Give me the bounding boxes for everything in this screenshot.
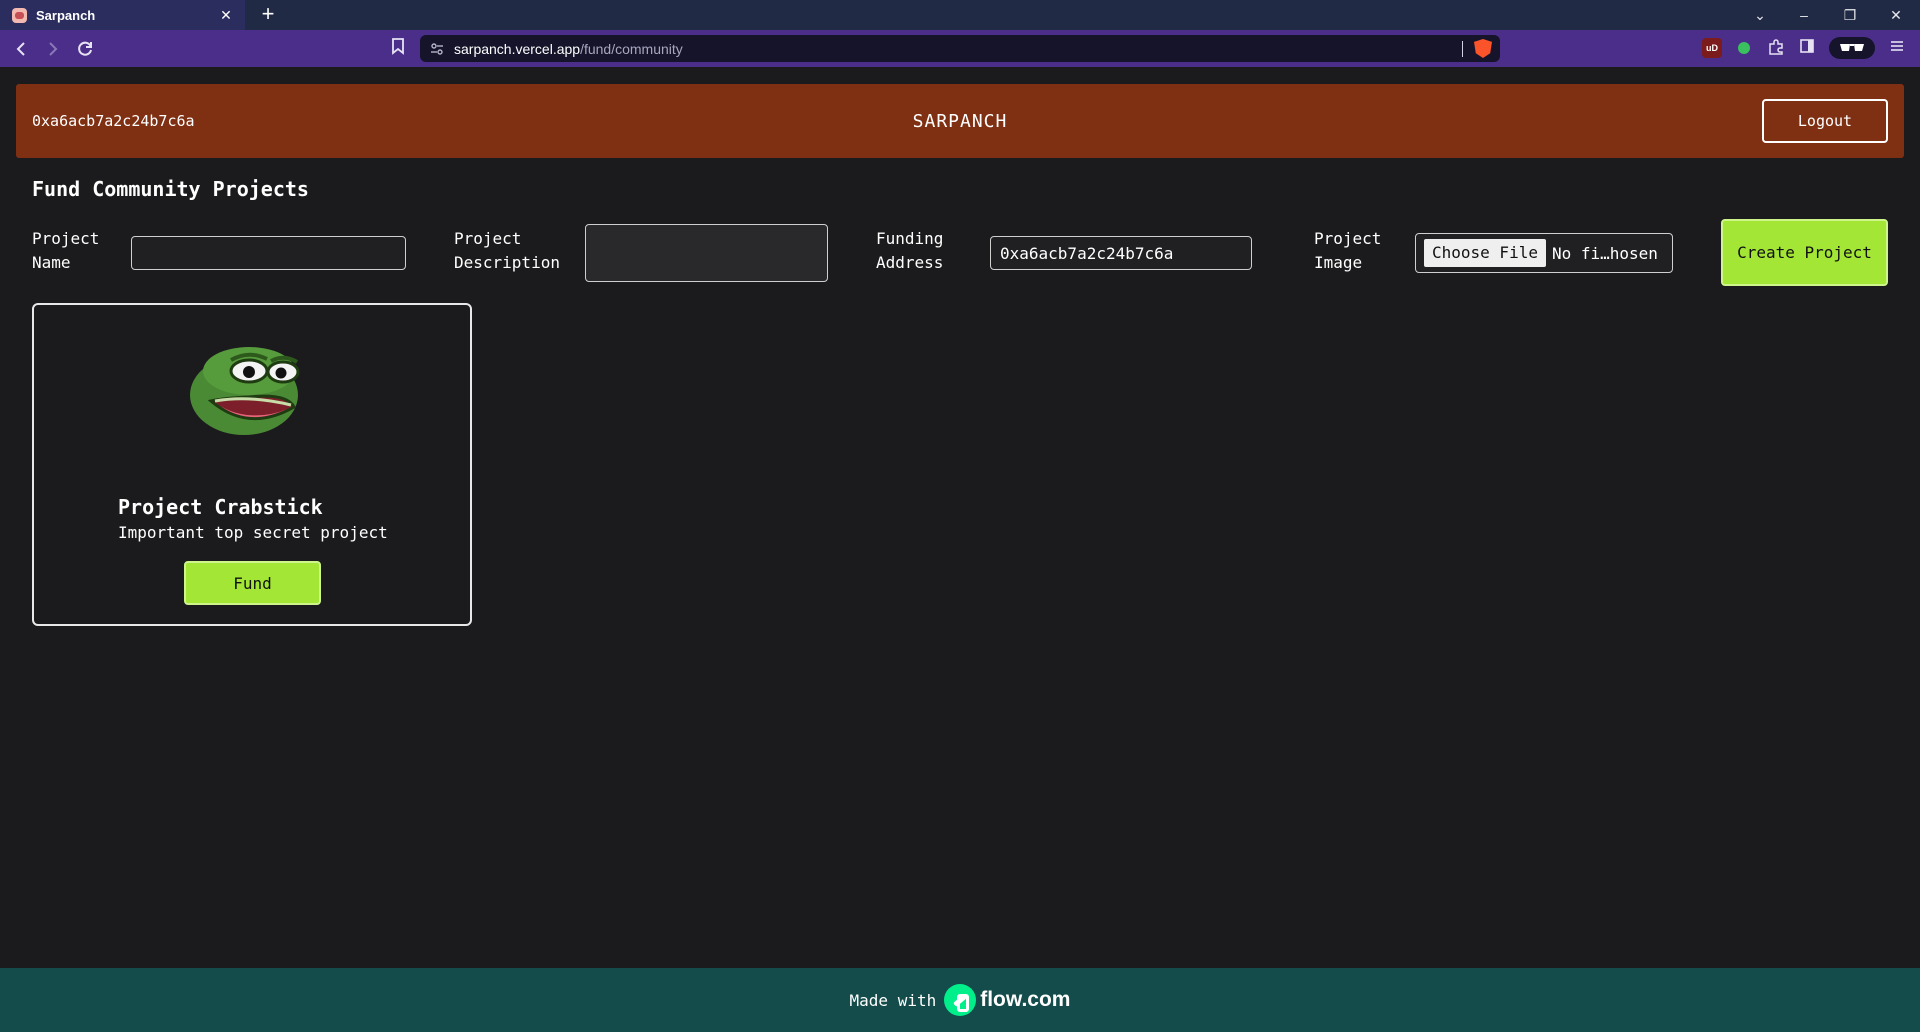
new-tab-button[interactable]: + bbox=[256, 3, 280, 27]
forward-button[interactable] bbox=[41, 37, 65, 61]
frog-face-image bbox=[190, 347, 300, 435]
sarpanch-favicon-icon bbox=[12, 7, 27, 23]
file-status-text: No fi…hosen bbox=[1551, 243, 1658, 263]
create-project-button[interactable]: Create Project bbox=[1721, 219, 1888, 286]
project-image-label: Project Image bbox=[1314, 229, 1382, 272]
footer-made-with: Made with bbox=[849, 990, 937, 1010]
bookmark-button[interactable] bbox=[389, 37, 407, 61]
footer: Made with flow.com bbox=[0, 968, 1920, 1032]
restore-window-button[interactable]: ❐ bbox=[1827, 0, 1873, 30]
tab-close-icon[interactable]: ✕ bbox=[217, 6, 235, 24]
browser-tab[interactable]: Sarpanch ✕ bbox=[0, 0, 245, 30]
browser-tab-bar: Sarpanch ✕ + ⌄ – ❐ ✕ bbox=[0, 0, 1920, 30]
project-card: Project Crabstick Important top secret p… bbox=[32, 303, 472, 626]
logout-button[interactable]: Logout bbox=[1762, 99, 1888, 143]
close-window-button[interactable]: ✕ bbox=[1873, 0, 1919, 30]
project-description-textarea[interactable] bbox=[585, 224, 828, 282]
brave-shields-icon[interactable] bbox=[1474, 39, 1492, 58]
funding-address-input[interactable] bbox=[990, 236, 1252, 270]
extensions-puzzle-icon[interactable] bbox=[1766, 38, 1786, 58]
url-divider bbox=[1462, 41, 1463, 57]
flow-brand-link[interactable]: flow.com bbox=[980, 988, 1070, 1012]
project-description: Important top secret project bbox=[118, 523, 388, 542]
bookmark-icon bbox=[392, 38, 404, 55]
sidebar-toggle-icon[interactable] bbox=[1797, 38, 1817, 58]
project-name-input[interactable] bbox=[131, 236, 406, 270]
brand-title: SARPANCH bbox=[912, 111, 1008, 132]
fund-button[interactable]: Fund bbox=[184, 561, 321, 605]
project-name-label: Project Name bbox=[32, 229, 100, 272]
tab-list-dropdown-icon[interactable]: ⌄ bbox=[1737, 0, 1783, 30]
status-extension-icon[interactable] bbox=[1734, 38, 1754, 58]
browser-menu-icon[interactable] bbox=[1887, 38, 1907, 58]
site-settings-icon[interactable] bbox=[430, 42, 444, 56]
project-name: Project Crabstick bbox=[118, 495, 323, 519]
back-button[interactable] bbox=[9, 37, 33, 61]
project-description-label: Project Description bbox=[454, 229, 560, 272]
app-header: 0xa6acb7a2c24b7c6a SARPANCH Logout bbox=[16, 84, 1904, 158]
reload-button[interactable] bbox=[73, 37, 97, 61]
tab-title: Sarpanch bbox=[36, 7, 96, 23]
wallet-glasses-icon[interactable] bbox=[1829, 37, 1875, 59]
browser-toolbar: sarpanch.vercel.app/fund/community uD bbox=[0, 30, 1920, 67]
reload-icon bbox=[78, 41, 92, 56]
url-host: sarpanch.vercel.app bbox=[454, 40, 581, 57]
url-path: /fund/community bbox=[580, 40, 683, 57]
ublock-extension-icon[interactable]: uD bbox=[1702, 38, 1722, 58]
flow-logo-icon bbox=[944, 984, 977, 1016]
choose-file-button[interactable]: Choose File bbox=[1424, 239, 1546, 267]
forward-arrow-icon bbox=[49, 42, 58, 56]
funding-address-label: Funding Address bbox=[876, 229, 944, 272]
minimize-window-button[interactable]: – bbox=[1781, 0, 1827, 30]
page-content: 0xa6acb7a2c24b7c6a SARPANCH Logout Fund … bbox=[0, 67, 1920, 1032]
project-image-file-input[interactable]: Choose File No fi…hosen bbox=[1415, 233, 1673, 273]
page-title: Fund Community Projects bbox=[32, 177, 309, 201]
back-arrow-icon bbox=[16, 42, 25, 56]
address-bar[interactable]: sarpanch.vercel.app/fund/community bbox=[420, 35, 1500, 62]
